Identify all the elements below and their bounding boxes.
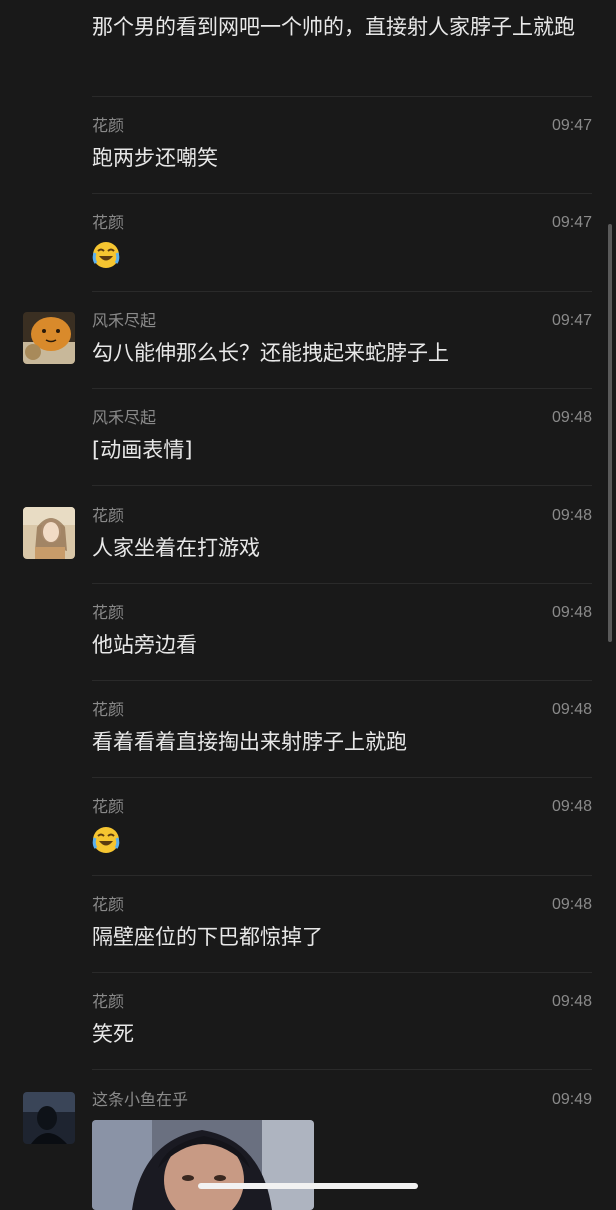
sender-name[interactable]: 花颜 <box>92 506 124 526</box>
sender-name[interactable]: 花颜 <box>92 603 124 623</box>
message-text: 看着看着直接掏出来射脖子上就跑 <box>92 730 407 754</box>
message-time: 09:48 <box>551 798 592 815</box>
message-divider <box>92 485 592 486</box>
sender-name[interactable]: 花颜 <box>92 992 124 1012</box>
photo-thumbnail <box>92 1120 314 1210</box>
message-text: 隔壁座位的下巴都惊掉了 <box>92 925 323 949</box>
photo-message[interactable] <box>92 1120 314 1210</box>
message-divider <box>92 777 592 778</box>
message-time: 09:48 <box>551 896 592 913</box>
sender-name[interactable]: 花颜 <box>92 116 124 136</box>
message-divider <box>92 680 592 681</box>
message-text: [动画表情] <box>92 438 193 462</box>
sender-name[interactable]: 花颜 <box>92 700 124 720</box>
bear-avatar-icon <box>23 312 75 364</box>
message-text: 跑两步还嘲笑 <box>92 146 218 170</box>
sender-name[interactable]: 花颜 <box>92 895 124 915</box>
chat-message-list[interactable]: 那个男的看到网吧一个帅的，直接射人家脖子上就跑 花颜 09:47 跑两步还嘲笑 … <box>0 0 616 1210</box>
message-time: 09:47 <box>551 312 592 329</box>
home-indicator[interactable] <box>198 1183 418 1189</box>
laughing-crying-emoji <box>92 242 120 268</box>
message-time: 09:49 <box>551 1091 592 1108</box>
message-time: 09:47 <box>551 214 592 231</box>
message-divider <box>92 291 592 292</box>
message-text: 笑死 <box>92 1022 134 1046</box>
message-divider <box>92 193 592 194</box>
message-divider <box>92 388 592 389</box>
message-divider <box>92 875 592 876</box>
avatar[interactable] <box>23 507 75 559</box>
sender-name[interactable]: 风禾尽起 <box>92 408 156 428</box>
sender-name[interactable]: 花颜 <box>92 797 124 817</box>
message-divider <box>92 972 592 973</box>
message-divider <box>92 96 592 97</box>
silhouette-avatar-icon <box>23 1092 75 1144</box>
avatar[interactable] <box>23 1092 75 1144</box>
sender-name[interactable]: 这条小鱼在乎 <box>92 1090 188 1110</box>
message-divider <box>92 1069 592 1070</box>
message-divider <box>92 583 592 584</box>
message-time: 09:48 <box>551 701 592 718</box>
message-time: 09:48 <box>551 507 592 524</box>
laughing-crying-emoji <box>92 827 120 853</box>
message-time: 09:47 <box>551 117 592 134</box>
message-text: 他站旁边看 <box>92 633 197 657</box>
message-text: 人家坐着在打游戏 <box>92 536 260 560</box>
portrait-avatar-icon <box>23 507 75 559</box>
message-text: 那个男的看到网吧一个帅的，直接射人家脖子上就跑 <box>92 15 575 39</box>
avatar[interactable] <box>23 312 75 364</box>
message-time: 09:48 <box>551 409 592 426</box>
message-text: 勾八能伸那么长？还能拽起来蛇脖子上 <box>92 341 449 365</box>
message-time: 09:48 <box>551 604 592 621</box>
scrollbar[interactable] <box>608 224 612 642</box>
message-time: 09:48 <box>551 993 592 1010</box>
sender-name[interactable]: 花颜 <box>92 213 124 233</box>
sender-name[interactable]: 风禾尽起 <box>92 311 156 331</box>
